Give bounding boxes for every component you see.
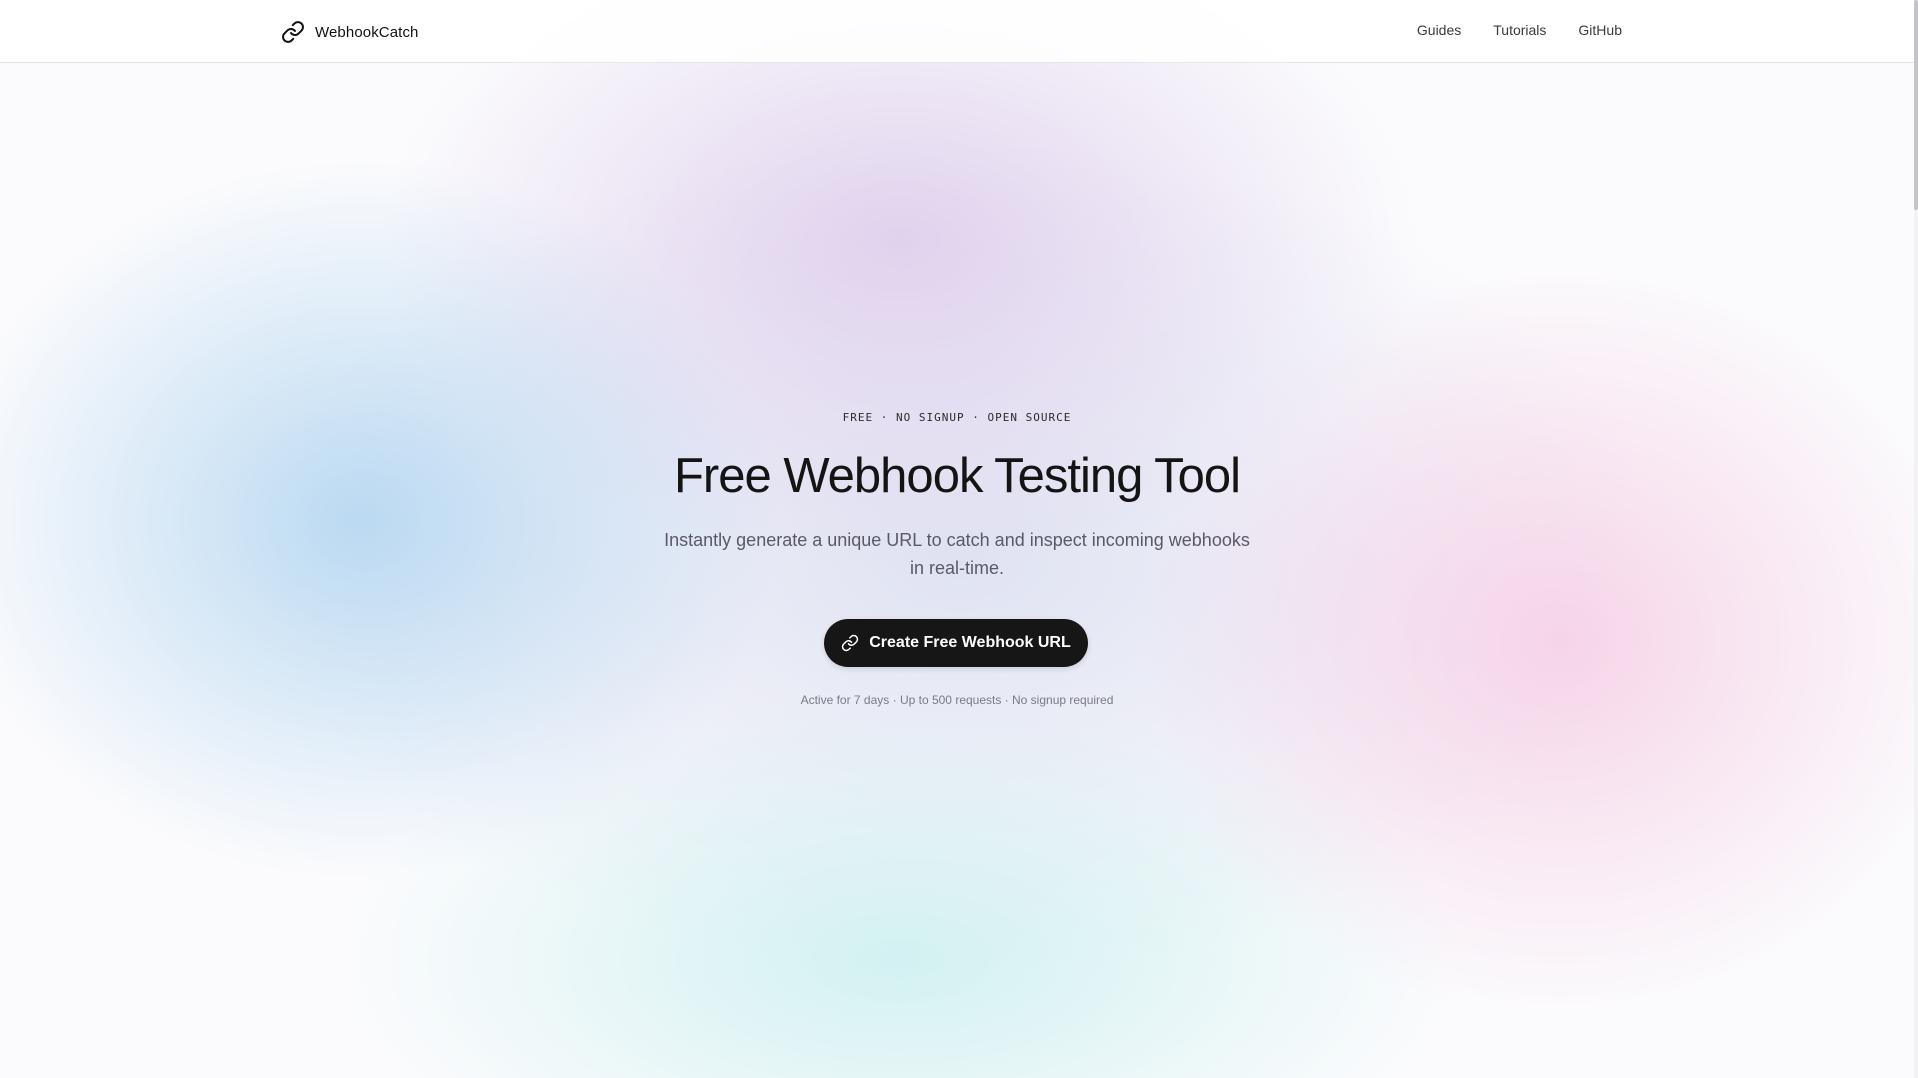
page-scrollbar[interactable] [1914,0,1918,1078]
top-navbar: WebhookCatch Guides Tutorials GitHub [0,0,1914,63]
hero-eyebrow: FREE · NO SIGNUP · OPEN SOURCE [842,411,1072,424]
scrollbar-thumb[interactable] [1914,0,1918,210]
brand-name: WebhookCatch [315,23,419,41]
link-icon [841,634,859,652]
nav-link-github[interactable]: GitHub [1578,22,1622,38]
hero-note: Active for 7 days · Up to 500 requests ·… [800,693,1114,707]
brand-logo-link[interactable]: WebhookCatch [281,20,418,44]
main-nav: Guides Tutorials GitHub [1417,22,1622,38]
nav-link-guides[interactable]: Guides [1417,22,1461,38]
hero-subtitle: Instantly generate a unique URL to catch… [664,530,1250,578]
nav-link-tutorials[interactable]: Tutorials [1493,22,1546,38]
page-title: Free Webhook Testing Tool [673,449,1241,503]
create-webhook-url-label: Create Free Webhook URL [869,634,1071,651]
link-icon [281,20,305,44]
create-webhook-url-button[interactable]: Create Free Webhook URL [824,619,1088,667]
